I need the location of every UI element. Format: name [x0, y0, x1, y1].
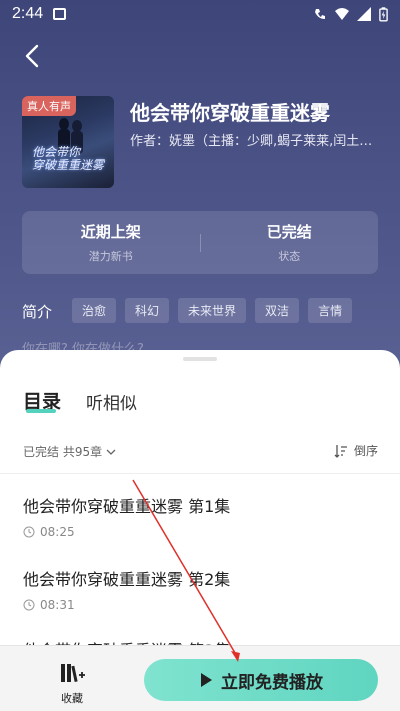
play-icon: [201, 673, 212, 687]
free-play-button[interactable]: 立即免费播放: [144, 659, 378, 701]
tab-active-indicator: [26, 409, 56, 413]
intro-label: 简介: [22, 303, 53, 321]
divider: [0, 473, 400, 474]
wifi-icon: [335, 8, 349, 20]
episode-duration: 08:31: [23, 598, 383, 612]
bottom-action-bar: 收藏 立即免费播放: [0, 645, 400, 711]
signal-icon: [357, 7, 371, 21]
header-background: [0, 0, 400, 380]
sort-label: 倒序: [353, 444, 378, 458]
episode-duration: 08:25: [23, 525, 383, 539]
info-card: 近期上架 潜力新书 已完结 状态: [22, 211, 378, 274]
book-cover[interactable]: 真人有声 他会带你 穿破重重迷雾: [22, 96, 114, 188]
image-notification-icon: [53, 8, 67, 20]
info-status: 已完结 状态: [201, 221, 379, 264]
info-release-value: 近期上架: [80, 223, 141, 241]
episode-title: 他会带你穿破重重迷雾 第2集: [23, 570, 231, 589]
sort-button[interactable]: 倒序: [334, 442, 378, 459]
info-status-value: 已完结: [266, 223, 312, 241]
cover-title-art: 他会带你 穿破重重迷雾: [32, 145, 105, 172]
episode-duration-text: 08:25: [40, 525, 75, 539]
battery-icon: [379, 6, 388, 21]
tag-list: 治愈 科幻 未来世界 双洁 言情: [72, 298, 353, 323]
info-status-label: 状态: [278, 250, 301, 263]
book-author[interactable]: 作者：妩墨（主播：少卿,蝎子莱莱,闰土…: [130, 130, 380, 149]
chapter-count-label: 已完结 共95章: [23, 445, 103, 459]
collect-label: 收藏: [61, 692, 83, 705]
book-title: 他会带你穿破重重迷雾: [130, 101, 330, 125]
episode-title: 他会带你穿破重重迷雾 第1集: [23, 497, 231, 516]
tag-item[interactable]: 双洁: [255, 298, 300, 323]
bookshelf-add-icon: [61, 664, 85, 683]
info-release-label: 潜力新书: [88, 250, 133, 263]
tag-item[interactable]: 未来世界: [178, 298, 247, 323]
clock-icon: [23, 526, 35, 538]
chevron-down-icon: [106, 449, 116, 455]
tag-item[interactable]: 治愈: [72, 298, 117, 323]
episode-duration-text: 08:31: [40, 598, 75, 612]
info-release: 近期上架 潜力新书: [22, 221, 200, 264]
sort-icon: [334, 444, 347, 458]
episode-item[interactable]: 他会带你穿破重重迷雾 第1集 08:25: [23, 493, 383, 539]
tag-item[interactable]: 科幻: [125, 298, 170, 323]
sheet-drag-handle[interactable]: [183, 357, 217, 361]
status-bar: 2:44: [0, 0, 400, 28]
play-label: 立即免费播放: [221, 672, 323, 693]
chapter-count-selector[interactable]: 已完结 共95章: [23, 443, 116, 460]
wifi-call-icon: [315, 9, 325, 19]
tab-similar[interactable]: 听相似: [86, 389, 137, 414]
back-arrow-icon[interactable]: [20, 42, 48, 70]
episode-item[interactable]: 他会带你穿破重重迷雾 第2集 08:31: [23, 566, 383, 612]
tag-item[interactable]: 言情: [308, 298, 353, 323]
audio-badge: 真人有声: [22, 96, 76, 116]
clock-icon: [23, 599, 35, 611]
status-time: 2:44: [12, 5, 44, 22]
collect-button[interactable]: 收藏: [52, 662, 92, 706]
